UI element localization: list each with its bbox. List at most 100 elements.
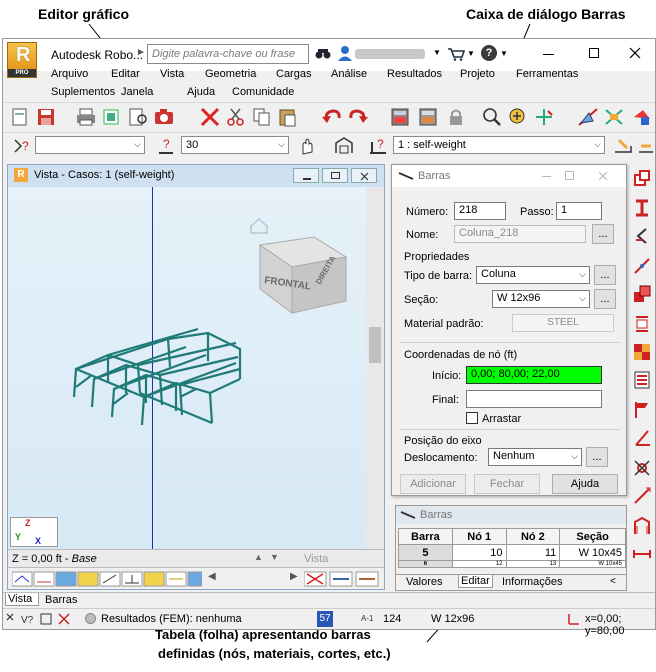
load-display-icon[interactable] [613, 136, 635, 156]
supports-tool-icon[interactable] [632, 226, 652, 246]
structure-model-icon[interactable] [603, 107, 625, 127]
search-chevron-icon[interactable]: ► [136, 47, 146, 58]
releases-tool-icon[interactable] [632, 314, 652, 334]
offsets-tool-icon[interactable] [632, 342, 652, 362]
nome-browse-button[interactable]: ... [592, 224, 614, 244]
hand-select-icon[interactable] [297, 136, 319, 156]
cart-icon[interactable] [447, 47, 465, 61]
menu-geometria[interactable]: Geometria [205, 68, 256, 80]
adicionar-button[interactable]: Adicionar [400, 474, 466, 494]
dialog-minimize-button[interactable] [542, 176, 551, 177]
cart-dropdown-icon[interactable]: ▼ [467, 49, 475, 58]
final-input[interactable] [466, 390, 602, 408]
zoom-icon[interactable] [507, 107, 529, 127]
calculator-table-icon[interactable] [417, 107, 439, 127]
row-node1[interactable]: 10 [451, 544, 507, 561]
cables-tool-icon[interactable] [632, 428, 652, 448]
menu-ajuda[interactable]: Ajuda [187, 86, 215, 98]
row-node2[interactable]: 11 [505, 544, 561, 561]
menu-cargas[interactable]: Cargas [276, 68, 311, 80]
view-toolbar-scroll-right[interactable]: ▶ [290, 571, 298, 582]
print-icon[interactable] [75, 107, 97, 127]
materials-tool-icon[interactable] [632, 284, 652, 304]
view-cube[interactable]: FRONTAL DIREITA [252, 227, 356, 317]
row-node2[interactable]: 13 [505, 560, 561, 568]
minimize-button[interactable] [543, 54, 554, 55]
delete-icon[interactable] [199, 107, 221, 127]
structure-view-icon[interactable] [333, 136, 355, 156]
tab-editar[interactable]: Editar [458, 575, 493, 588]
level-up-button[interactable]: ▲ [254, 552, 263, 562]
tabs-scroll-left[interactable]: < [610, 576, 616, 587]
window-tab-vista[interactable]: Vista [5, 593, 40, 606]
header-barra[interactable]: Barra [398, 528, 453, 545]
document-preview-icon[interactable] [127, 107, 149, 127]
menu-editar[interactable]: Editar [111, 68, 140, 80]
desloc-browse-button[interactable]: ... [586, 447, 608, 467]
dimension-tool-icon[interactable] [632, 544, 652, 564]
view-tool-icons[interactable] [12, 571, 202, 587]
selection-combo-2[interactable]: 30 ⌵ [181, 136, 289, 154]
nodes-tool-icon[interactable] [632, 168, 652, 188]
view-restore-button[interactable] [322, 168, 348, 183]
window-tab-barras[interactable]: Barras [45, 594, 77, 606]
save-icon[interactable] [35, 107, 57, 127]
select-case-icon[interactable]: ? [367, 136, 389, 156]
row-id[interactable]: 6 [398, 560, 453, 568]
row-section[interactable]: W 10x45 [559, 544, 626, 561]
menu-ferramentas[interactable]: Ferramentas [516, 68, 578, 80]
cut-icon[interactable] [225, 107, 247, 127]
frame-tool-icon[interactable] [632, 516, 652, 536]
camera-icon[interactable] [153, 107, 175, 127]
ajuda-button[interactable]: Ajuda [552, 474, 618, 494]
tab-informacoes[interactable]: Informações [502, 576, 563, 588]
menu-suplementos[interactable]: Suplementos [51, 86, 115, 98]
table-row[interactable]: 6 12 13 W 10x45 [398, 560, 626, 568]
undo-icon[interactable] [321, 107, 343, 127]
pan-icon[interactable] [533, 107, 555, 127]
desloc-select[interactable]: Nenhum ⌵ [488, 448, 582, 466]
view-close-button[interactable] [351, 168, 377, 183]
paste-icon[interactable] [277, 107, 299, 127]
menu-arquivo[interactable]: Arquivo [51, 68, 88, 80]
menu-analise[interactable]: Análise [331, 68, 367, 80]
dialog-maximize-button[interactable] [565, 171, 574, 180]
loads-tool-icon[interactable] [632, 486, 652, 506]
passo-input[interactable]: 1 [556, 202, 602, 220]
level-down-button[interactable]: ▼ [270, 552, 279, 562]
header-no2[interactable]: Nó 2 [505, 528, 561, 545]
tipo-select[interactable]: Coluna ⌵ [476, 266, 590, 284]
menu-janela[interactable]: Janela [121, 86, 153, 98]
table-row[interactable]: 5 10 11 W 10x45 [398, 544, 626, 561]
copy-icon[interactable] [251, 107, 273, 127]
select-node-icon[interactable]: ? [11, 136, 33, 156]
user-icon[interactable] [338, 45, 352, 61]
menu-vista[interactable]: Vista [160, 68, 184, 80]
help-dropdown-icon[interactable]: ▼ [500, 49, 508, 58]
rigid-links-tool-icon[interactable] [632, 458, 652, 478]
barras-table[interactable]: Barra Nó 1 Nó 2 Seção 5 10 11 W 10x45 6 … [398, 528, 626, 568]
menu-comunidade[interactable]: Comunidade [232, 86, 294, 98]
selection-combo-1[interactable]: ⌵ [35, 136, 145, 154]
dialog-close-button[interactable] [598, 171, 608, 181]
secao-browse-button[interactable]: ... [594, 289, 616, 309]
help-icon[interactable]: ? [481, 45, 497, 61]
maximize-button[interactable] [589, 48, 599, 58]
view-minimize-button[interactable] [293, 168, 319, 183]
view-toolbar-scroll-left[interactable]: ◀ [208, 571, 216, 582]
redo-icon[interactable] [347, 107, 369, 127]
status-tool-icons[interactable]: V? [5, 612, 75, 626]
more-tools-icon[interactable] [631, 107, 653, 127]
secao-select[interactable]: W 12x96 ⌵ [492, 290, 590, 308]
menu-projeto[interactable]: Projeto [460, 68, 495, 80]
load-arrow-icon[interactable] [635, 136, 656, 156]
close-window-button[interactable] [629, 47, 641, 59]
new-file-icon[interactable] [9, 107, 31, 127]
row-id[interactable]: 5 [398, 544, 453, 561]
zoom-window-icon[interactable] [481, 107, 503, 127]
view-tool-icons-right[interactable] [304, 571, 380, 587]
bars-tool-icon[interactable] [632, 198, 652, 218]
row-node1[interactable]: 12 [451, 560, 507, 568]
fechar-button[interactable]: Fechar [474, 474, 540, 494]
print-preview-icon[interactable] [101, 107, 123, 127]
